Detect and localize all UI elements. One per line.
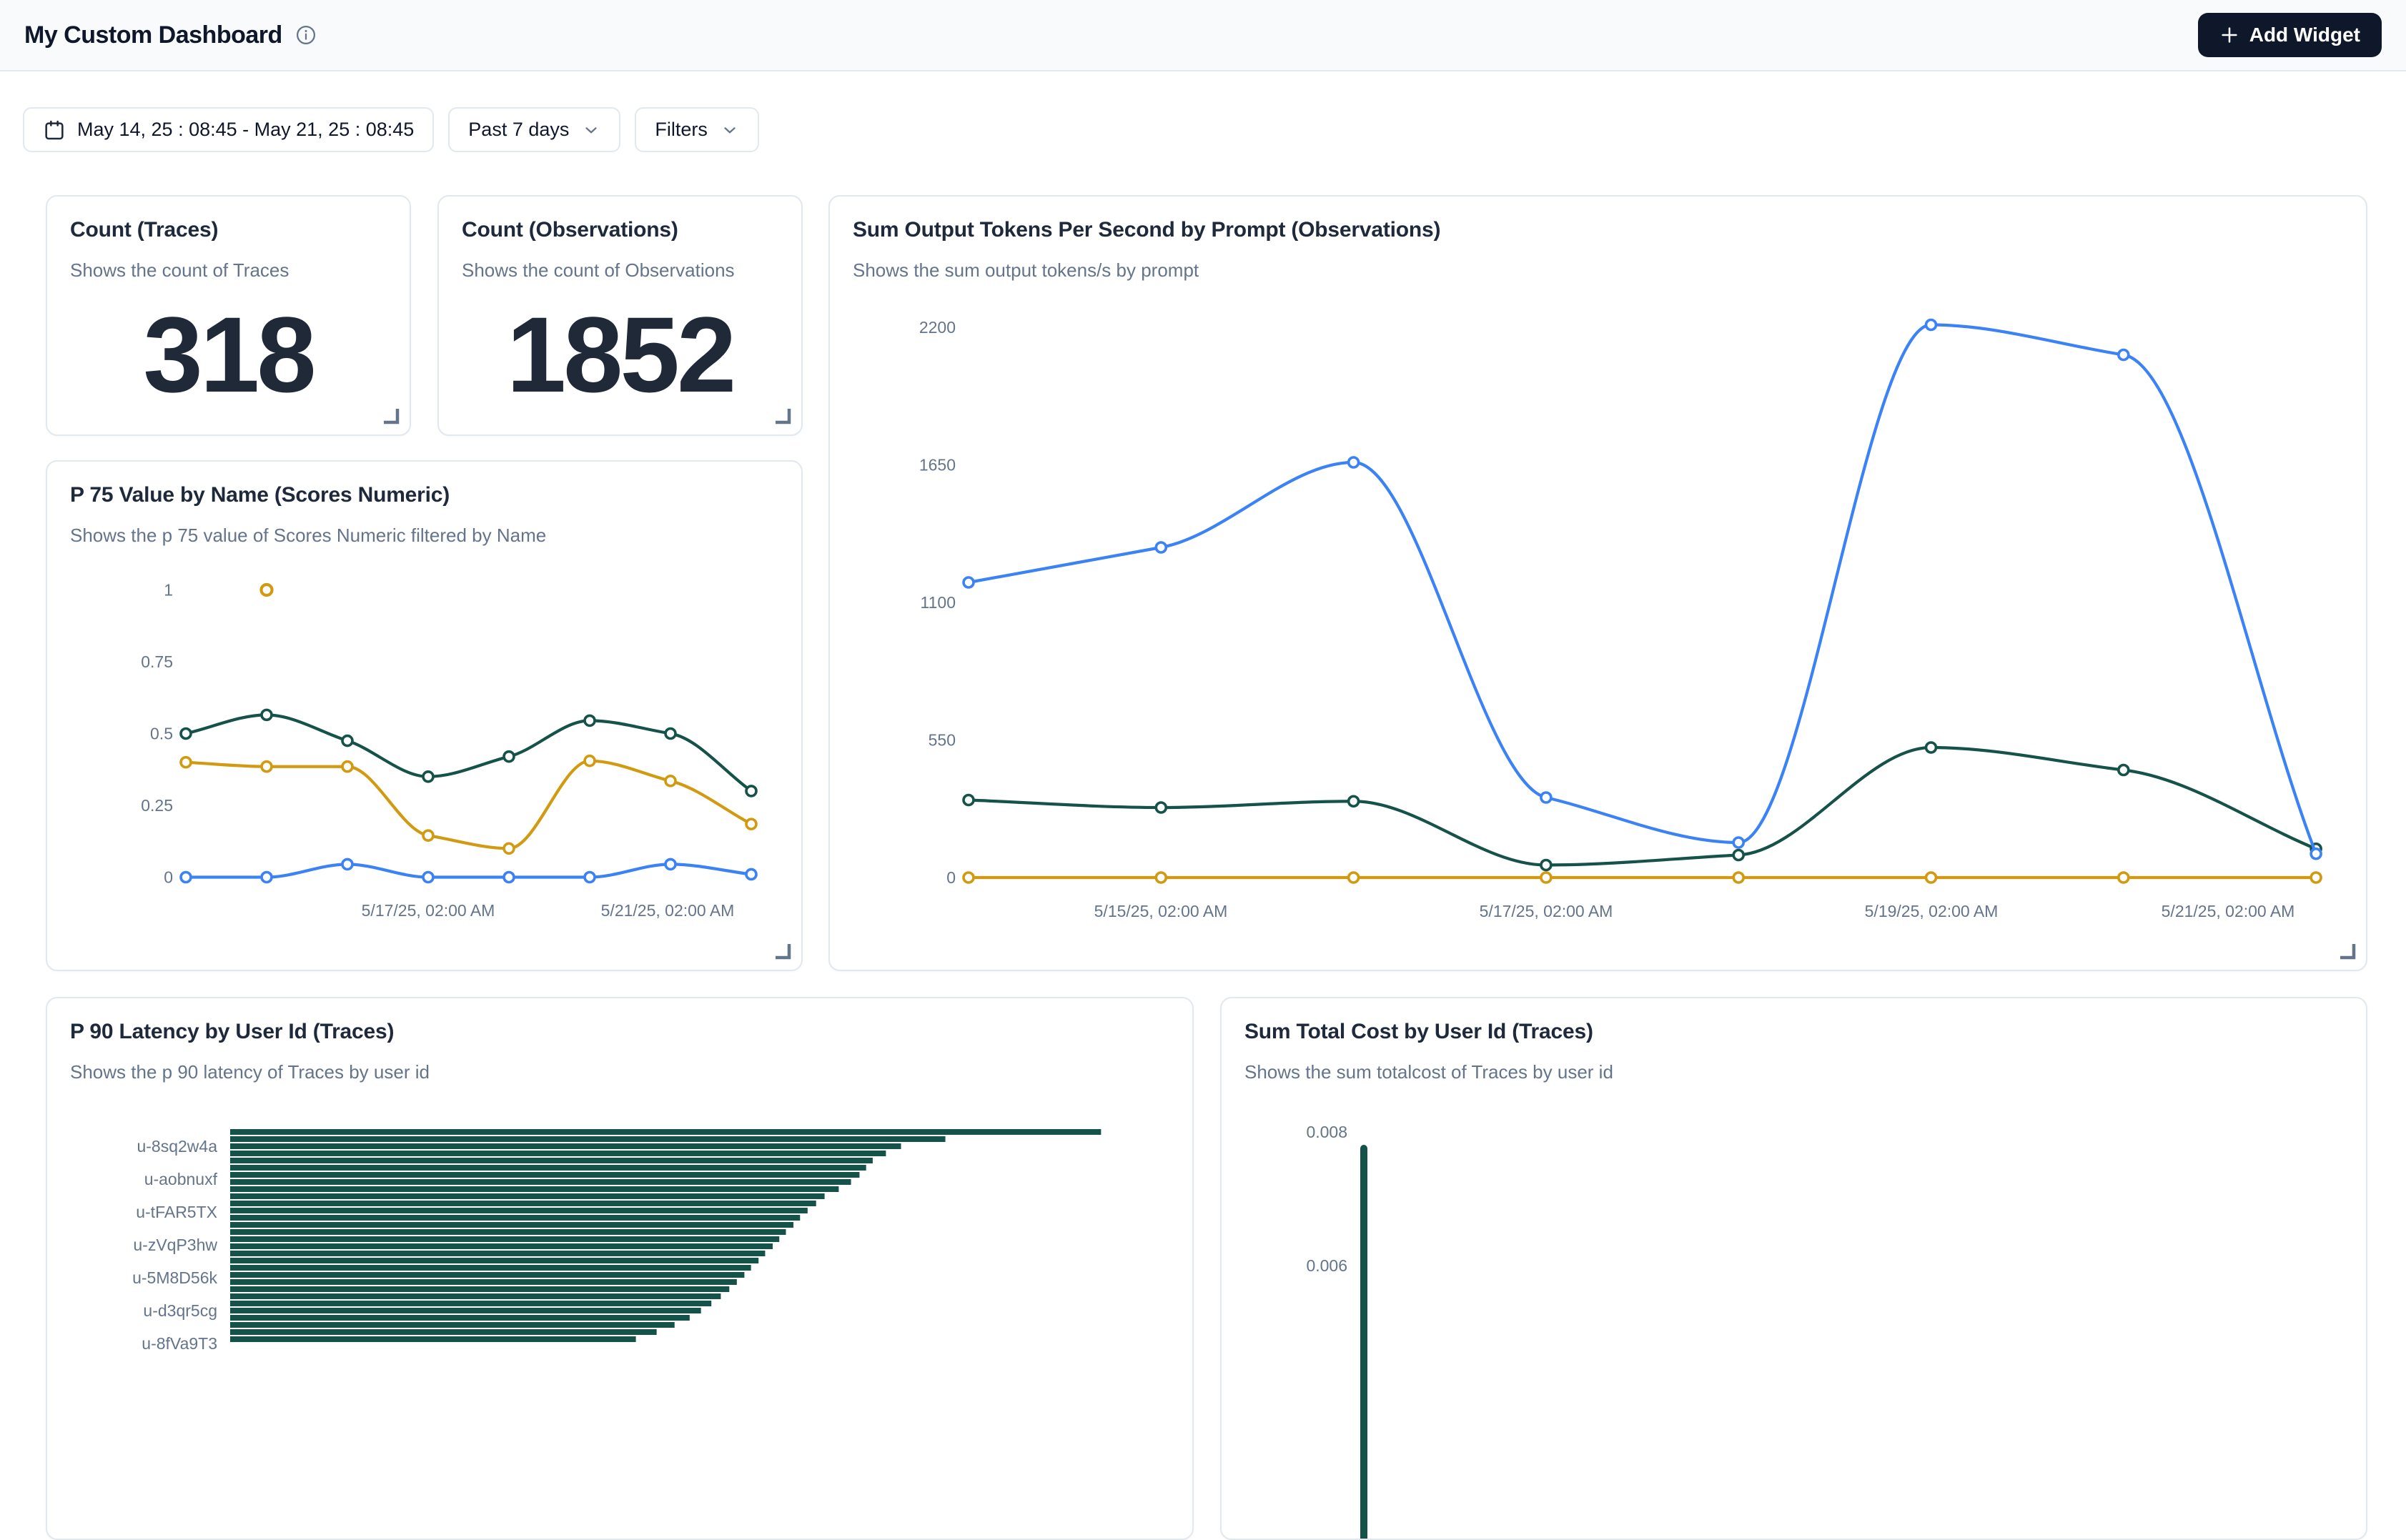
svg-text:0.5: 0.5 <box>150 725 173 743</box>
svg-text:1: 1 <box>164 581 173 600</box>
svg-text:0.008: 0.008 <box>1306 1123 1347 1141</box>
cost-bar-chart[interactable]: 0.008 0.006 <box>1222 998 2367 1540</box>
svg-text:0.25: 0.25 <box>141 796 173 815</box>
plus-icon <box>2219 25 2239 45</box>
svg-text:u-8fVa9T3: u-8fVa9T3 <box>142 1334 217 1353</box>
date-range-button[interactable]: May 14, 25 : 08:45 - May 21, 25 : 08:45 <box>23 107 434 152</box>
card-p75-chart: P 75 Value by Name (Scores Numeric) Show… <box>46 460 803 971</box>
svg-text:u-d3qr5cg: u-d3qr5cg <box>143 1301 217 1320</box>
tokens-line-chart[interactable]: 0 550 1100 1650 2200 5/15/25, 02:00 AM 5/17/25… <box>830 197 2367 971</box>
svg-text:1650: 1650 <box>919 456 956 475</box>
p90-bar-chart[interactable]: u-8sq2w4a u-aobnuxf u-tFAR5TX u-zVqP3hw u-5M… <box>47 998 1194 1540</box>
chevron-down-icon <box>582 121 600 139</box>
filters-label: Filters <box>655 119 708 141</box>
svg-text:5/19/25, 02:00 AM: 5/19/25, 02:00 AM <box>1865 902 1999 920</box>
card-count-observations: Count (Observations) Shows the count of … <box>437 195 803 436</box>
svg-text:u-8sq2w4a: u-8sq2w4a <box>137 1137 217 1156</box>
svg-text:u-tFAR5TX: u-tFAR5TX <box>136 1203 217 1221</box>
card-tokens-chart: Sum Output Tokens Per Second by Prompt (… <box>828 195 2367 971</box>
resize-handle-icon[interactable] <box>382 407 400 424</box>
range-preset-dropdown[interactable]: Past 7 days <box>448 107 620 152</box>
info-icon[interactable] <box>295 24 317 46</box>
p75-line-chart[interactable]: 0 0.25 0.5 0.75 1 5/17/25, 02:00 AM 5/21/25, 0… <box>47 462 803 971</box>
svg-text:u-zVqP3hw: u-zVqP3hw <box>133 1236 217 1254</box>
card-cost-chart: Sum Total Cost by User Id (Traces) Shows… <box>1220 997 2367 1540</box>
svg-text:0: 0 <box>946 868 956 887</box>
add-widget-label: Add Widget <box>2249 24 2360 46</box>
svg-text:1100: 1100 <box>921 593 956 612</box>
svg-text:u-5M8D56k: u-5M8D56k <box>132 1268 217 1287</box>
add-widget-button[interactable]: Add Widget <box>2198 13 2382 57</box>
resize-handle-icon[interactable] <box>2339 943 2356 960</box>
calendar-icon <box>43 119 66 141</box>
page-title: My Custom Dashboard <box>24 21 282 49</box>
svg-text:0.75: 0.75 <box>141 652 173 671</box>
svg-text:0.006: 0.006 <box>1306 1256 1347 1275</box>
toolbar: May 14, 25 : 08:45 - May 21, 25 : 08:45 … <box>23 107 759 152</box>
filters-dropdown[interactable]: Filters <box>635 107 759 152</box>
card-p90-chart: P 90 Latency by User Id (Traces) Shows t… <box>46 997 1194 1540</box>
dashboard-page: { "header": { "title": "My Custom Dashbo… <box>0 0 2406 1343</box>
chevron-down-icon <box>721 121 739 139</box>
kpi-value: 1852 <box>507 293 734 417</box>
svg-text:5/17/25, 02:00 AM: 5/17/25, 02:00 AM <box>362 901 495 920</box>
svg-text:5/15/25, 02:00 AM: 5/15/25, 02:00 AM <box>1094 902 1228 920</box>
resize-handle-icon[interactable] <box>774 407 791 424</box>
svg-text:u-aobnuxf: u-aobnuxf <box>144 1170 218 1188</box>
svg-text:0: 0 <box>164 868 173 887</box>
date-range-label: May 14, 25 : 08:45 - May 21, 25 : 08:45 <box>77 119 414 141</box>
card-count-traces: Count (Traces) Shows the count of Traces… <box>46 195 411 436</box>
kpi-value: 318 <box>143 293 313 417</box>
range-preset-label: Past 7 days <box>468 119 569 141</box>
svg-text:5/21/25, 02:00 AM: 5/21/25, 02:00 AM <box>2162 902 2295 920</box>
resize-handle-icon[interactable] <box>774 943 791 960</box>
svg-text:2200: 2200 <box>919 318 956 337</box>
svg-text:550: 550 <box>929 731 956 750</box>
svg-text:5/17/25, 02:00 AM: 5/17/25, 02:00 AM <box>1480 902 1613 920</box>
svg-text:5/21/25, 02:00 AM: 5/21/25, 02:00 AM <box>601 901 735 920</box>
page-header: My Custom Dashboard Add Widget <box>0 0 2406 71</box>
